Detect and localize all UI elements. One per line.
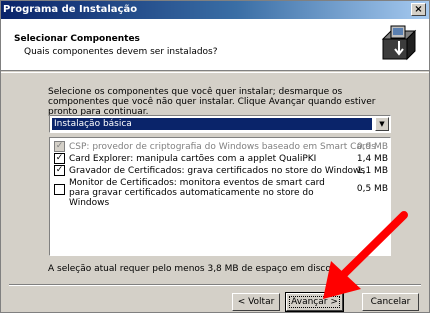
close-button[interactable]: × bbox=[411, 3, 426, 16]
window-title: Programa de Instalação bbox=[3, 4, 138, 15]
component-size: 1,4 MB bbox=[356, 154, 388, 164]
installer-window: Programa de Instalação × Selecionar Comp… bbox=[0, 0, 430, 313]
component-row: ✓ CSP: provedor de criptografia do Windo… bbox=[54, 141, 388, 152]
component-checkbox: ✓ bbox=[54, 141, 65, 152]
component-label: Monitor de Certificados: monitora evento… bbox=[69, 178, 325, 208]
component-size: 1,1 MB bbox=[356, 166, 388, 176]
component-checkbox[interactable]: ✓ bbox=[54, 153, 65, 164]
dropdown-arrow-icon[interactable]: ▼ bbox=[375, 117, 389, 131]
component-row[interactable]: ✓ Gravador de Certificados: grava certif… bbox=[54, 165, 388, 176]
install-type-select[interactable]: Instalação básica ▼ bbox=[49, 115, 391, 133]
component-row[interactable]: ✓ Card Explorer: manipula cartões com a … bbox=[54, 153, 388, 164]
title-bar[interactable]: Programa de Instalação × bbox=[1, 1, 429, 19]
install-type-value: Instalação básica bbox=[52, 118, 372, 130]
page-subtitle: Quais componentes devem ser instalados? bbox=[24, 47, 218, 57]
instructions-text: Selecione os componentes que você quer i… bbox=[48, 87, 376, 117]
back-button[interactable]: < Voltar bbox=[232, 293, 280, 311]
component-row[interactable]: Monitor de Certificados: monitora evento… bbox=[54, 178, 388, 208]
component-size: 0,5 MB bbox=[356, 184, 388, 194]
red-arrow-annotation bbox=[323, 211, 408, 299]
component-checkbox[interactable]: ✓ bbox=[54, 165, 65, 176]
page-title: Selecionar Componentes bbox=[14, 34, 140, 44]
space-required-text: A seleção atual requer pelo menos 3,8 MB… bbox=[48, 264, 334, 274]
component-checkbox[interactable] bbox=[54, 184, 65, 195]
installer-box-icon bbox=[380, 24, 418, 62]
component-label: Card Explorer: manipula cartões com a ap… bbox=[69, 154, 317, 164]
wizard-header: Selecionar Componentes Quais componentes… bbox=[1, 19, 429, 71]
component-label: Gravador de Certificados: grava certific… bbox=[69, 166, 366, 176]
header-separator bbox=[1, 72, 429, 73]
component-label: CSP: provedor de criptografia do Windows… bbox=[69, 142, 376, 152]
component-size: 0,9 MB bbox=[356, 142, 388, 152]
